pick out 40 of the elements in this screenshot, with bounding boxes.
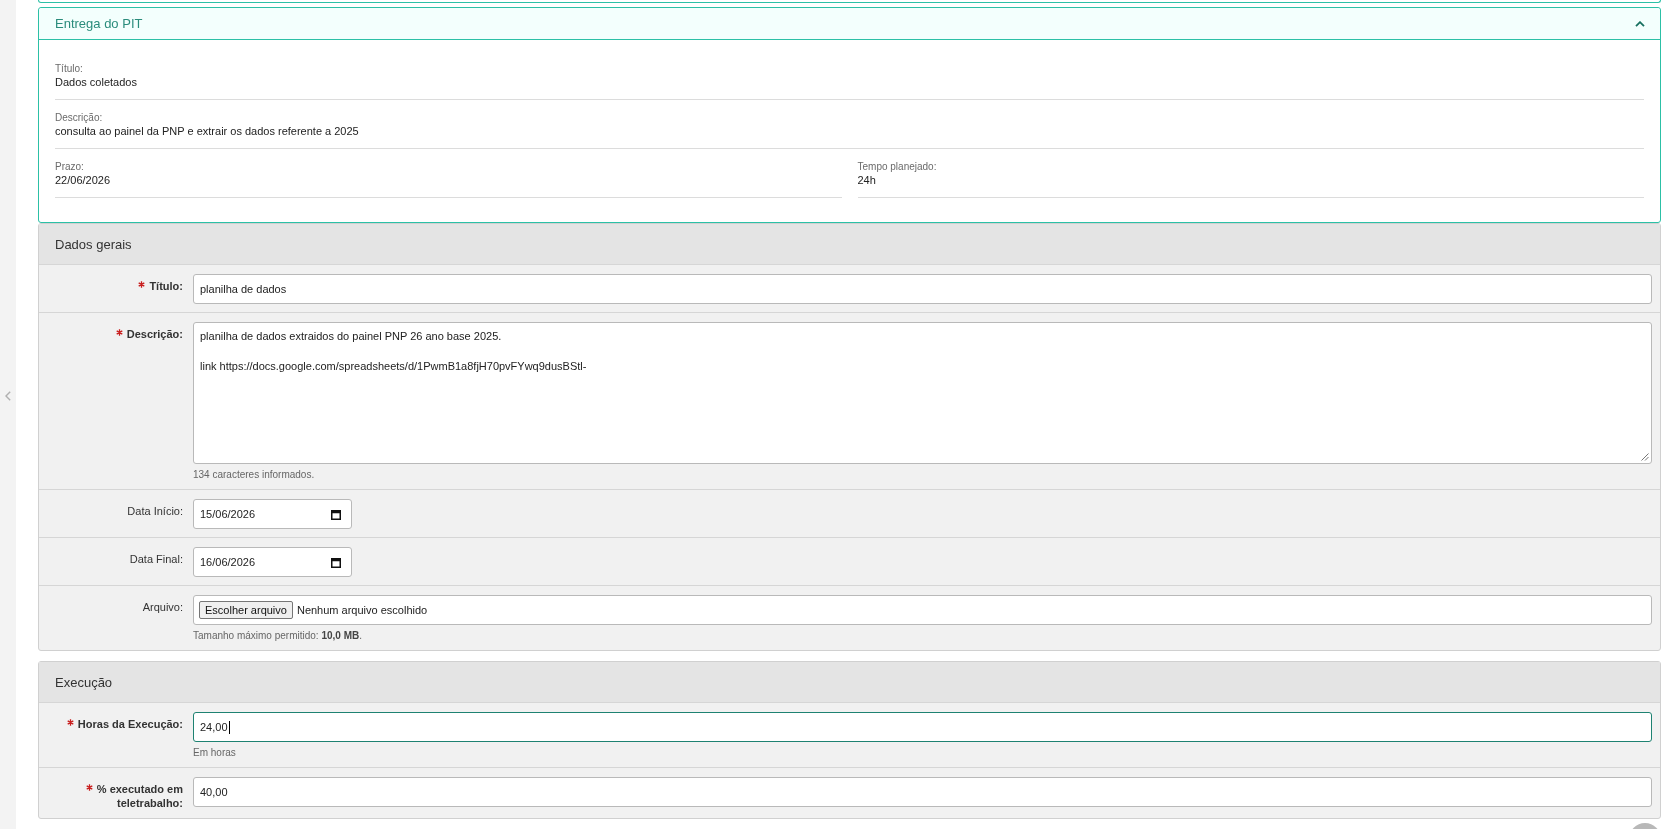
help-text: 134 caracteres informados. xyxy=(193,469,315,481)
field-label: % executado em teletrabalho: xyxy=(96,783,183,809)
resize-grip-icon[interactable] xyxy=(1641,453,1649,461)
text-area[interactable]: planilha de dados extraidos do painel PNP 26 ano base 2025. link https://docs.google.com/spreadsheets/d/1PwmB1a8fjH70pvFYwq9dusBStl- xyxy=(193,322,1652,464)
info-label: Título: xyxy=(55,63,83,75)
asterisk-icon xyxy=(66,719,74,726)
field-label: Data Final: xyxy=(129,553,183,565)
date-input[interactable]: 15/06/2026 xyxy=(193,499,352,529)
help-text: Tamanho máximo permitido: 10,0 MB. xyxy=(193,630,362,642)
info-label: Tempo planejado: xyxy=(857,161,937,173)
calendar-icon[interactable] xyxy=(331,508,341,520)
text-input[interactable]: 24,00 xyxy=(193,712,1652,742)
choose-file-button[interactable]: Escolher arquivo xyxy=(199,601,293,619)
info-value: consulta ao painel da PNP e extrair os dados referente a 2025 xyxy=(55,124,359,138)
info-label: Descrição: xyxy=(55,112,103,124)
info-label: Prazo: xyxy=(55,161,84,173)
file-status: Nenhum arquivo escolhido xyxy=(296,604,428,616)
asterisk-icon xyxy=(138,281,146,288)
section-title: Dados gerais xyxy=(55,236,132,252)
asterisk-icon xyxy=(115,329,123,336)
info-value: Dados coletados xyxy=(55,75,137,89)
field-label: Horas da Execução: xyxy=(77,718,183,730)
file-input[interactable]: Escolher arquivo Nenhum arquivo escolhido xyxy=(193,595,1652,625)
field-label: Descrição: xyxy=(126,328,183,340)
field-label: Arquivo: xyxy=(142,601,183,613)
chevron-up-icon[interactable] xyxy=(1635,20,1645,27)
info-value: 24h xyxy=(857,173,876,187)
text-input[interactable]: planilha de dados xyxy=(193,274,1652,304)
field-label: Título: xyxy=(149,280,183,292)
text-cursor-icon xyxy=(228,720,230,734)
help-text: Em horas xyxy=(193,747,236,759)
text-input[interactable]: 40,00 xyxy=(193,777,1652,807)
date-input[interactable]: 16/06/2026 xyxy=(193,547,352,577)
calendar-icon[interactable] xyxy=(331,556,341,568)
field-label: Data Início: xyxy=(127,505,183,517)
asterisk-icon xyxy=(85,784,93,791)
section-title: Execução xyxy=(55,674,113,690)
info-value: 22/06/2026 xyxy=(55,173,111,187)
panel-title: Entrega do PIT xyxy=(55,16,143,31)
panel-header[interactable]: Entrega do PIT xyxy=(39,8,1660,40)
